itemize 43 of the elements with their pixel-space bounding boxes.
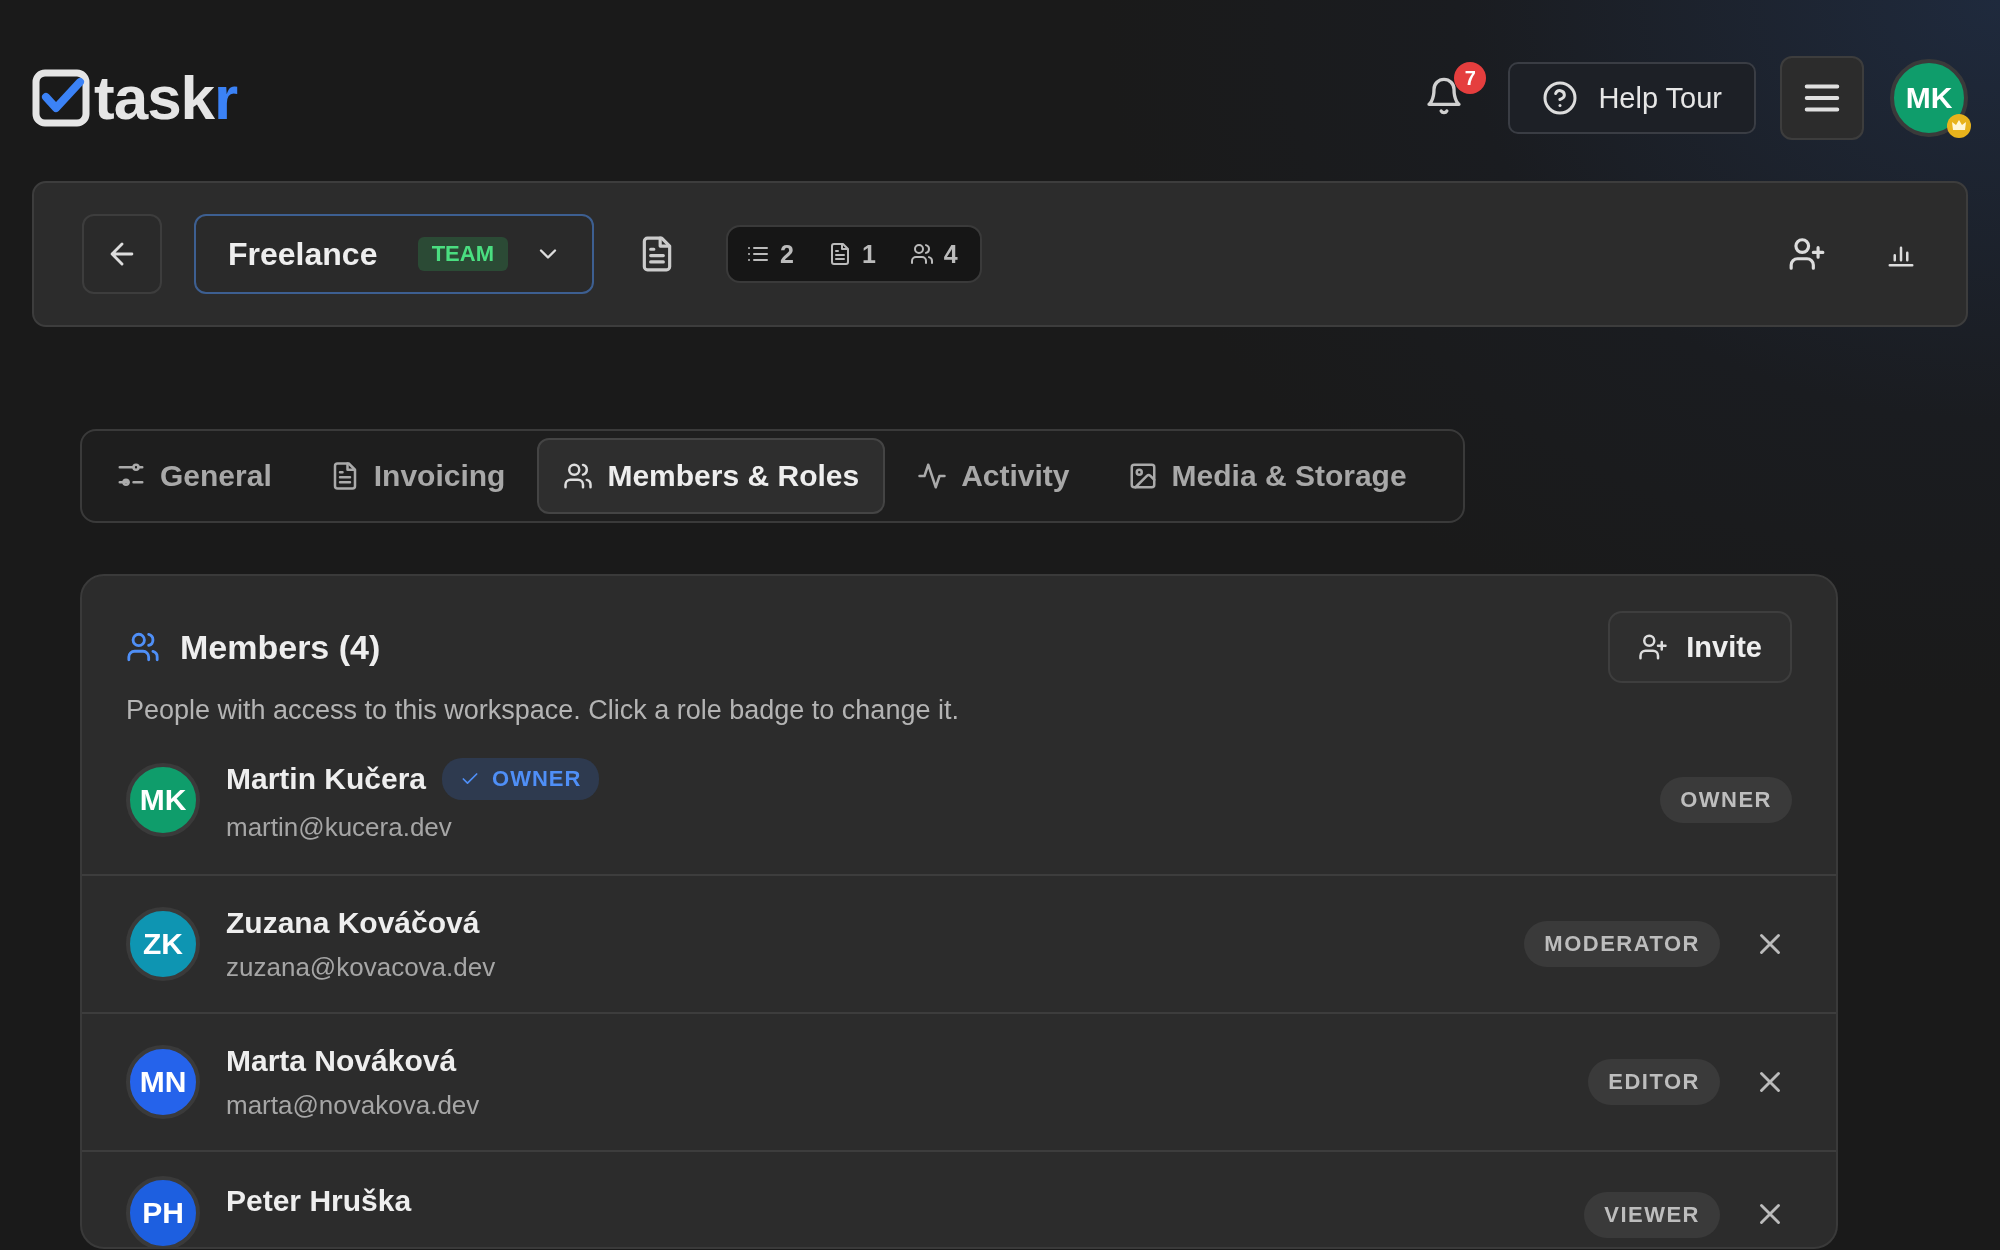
description-text: People with access to this workspace. Click a role badge to change it. (125, 694, 960, 726)
member-name: Peter Hruška (226, 1184, 412, 1218)
help-tour-button[interactable]: Help Tour (1508, 62, 1756, 134)
stat-count: 4 (943, 239, 958, 269)
notification-badge: 7 (1454, 62, 1487, 94)
add-user-icon[interactable] (1788, 235, 1826, 273)
member-avatar: ZK (126, 907, 200, 981)
member-name: Zuzana Kováčová (226, 905, 480, 940)
member-email: martin@kucera.dev (226, 811, 453, 843)
member-avatar: MN (126, 1045, 200, 1119)
tab[interactable]: Activity (891, 438, 1096, 514)
member-avatar: MK (126, 763, 200, 837)
tab[interactable]: General (90, 438, 298, 514)
card-title: Members (4) (180, 627, 381, 667)
logo-check-icon (32, 69, 90, 127)
role-badge[interactable]: MODERATOR (1524, 921, 1720, 967)
menu-button[interactable] (1780, 56, 1864, 140)
role-badge[interactable]: EDITOR (1588, 1059, 1720, 1105)
team-badge: TEAM (417, 237, 508, 271)
stat-count: 2 (780, 239, 794, 269)
owner-tag: OWNER (442, 757, 600, 800)
tab[interactable]: Media & Storage (1101, 438, 1433, 514)
member-name: Marta Nováková (226, 1043, 457, 1078)
help-icon (1542, 80, 1579, 116)
add-user-icon (1638, 632, 1669, 662)
invite-button[interactable]: Invite (1608, 611, 1792, 683)
crown-icon (1946, 113, 1972, 139)
role-badge[interactable]: VIEWER (1584, 1192, 1720, 1238)
pulse-icon (917, 461, 948, 491)
member-email: marta@novakova.dev (226, 1089, 481, 1121)
users-icon (126, 630, 160, 664)
workspace-select[interactable]: Freelance TEAM (194, 214, 594, 294)
member-name: Martin Kučera (226, 761, 427, 796)
users-icon (909, 242, 934, 266)
logo-text: taskr (94, 67, 238, 129)
role-badge[interactable]: OWNER (1660, 777, 1792, 823)
tab[interactable]: Invoicing (303, 438, 532, 514)
back-button[interactable] (82, 214, 162, 294)
member-avatar: PH (126, 1176, 200, 1247)
users-icon (563, 461, 594, 491)
tab[interactable]: Members & Roles (537, 438, 886, 514)
stat-count: 1 (861, 239, 876, 269)
member-email: zuzana@kovacova.dev (226, 951, 497, 983)
